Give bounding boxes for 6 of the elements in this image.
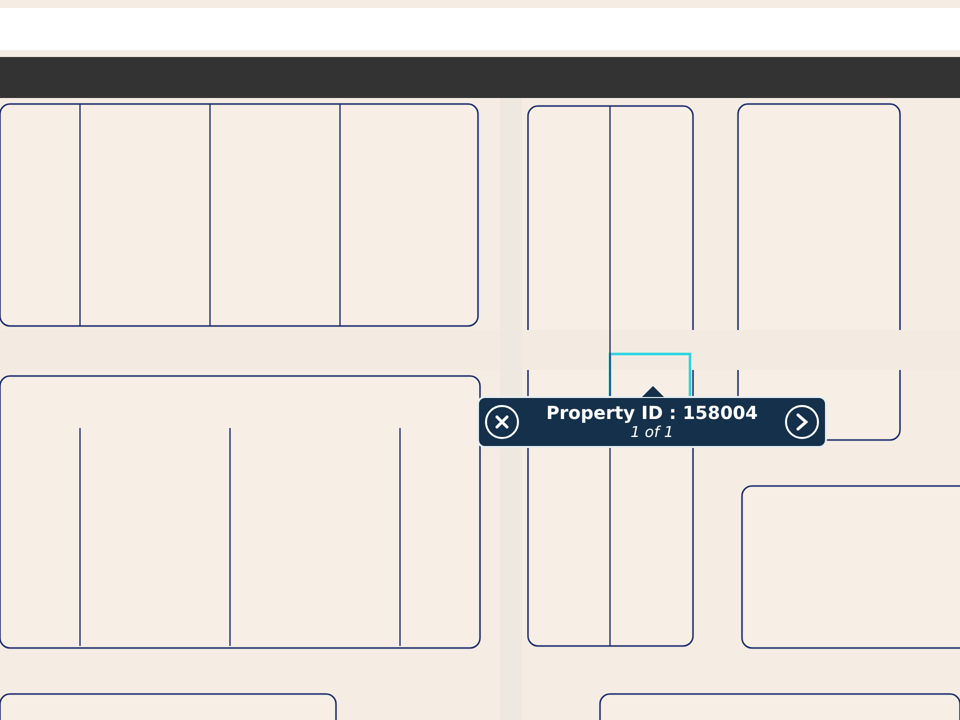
popup-count: 1 of 1 xyxy=(630,424,674,440)
popup-title: Property ID : 158004 xyxy=(546,404,758,424)
next-button[interactable] xyxy=(785,405,819,439)
close-icon xyxy=(495,415,509,429)
chevron-right-icon xyxy=(796,413,808,431)
close-button[interactable] xyxy=(485,405,519,439)
